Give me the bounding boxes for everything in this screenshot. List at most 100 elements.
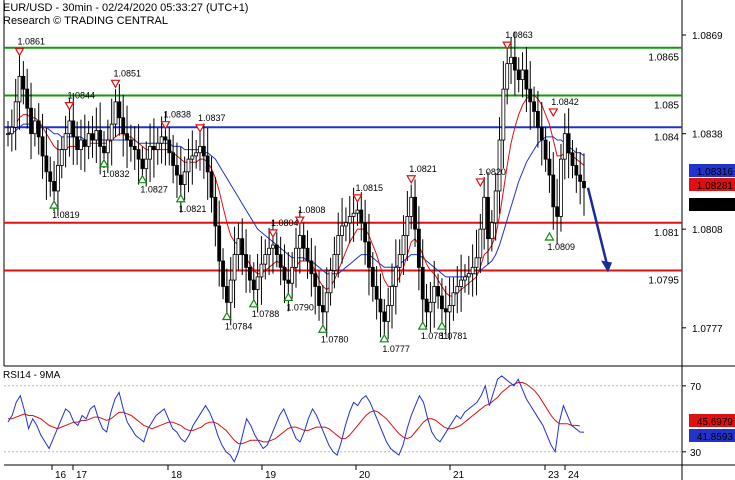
candle-body (209, 171, 214, 198)
price-tick-label: 1.0869 (692, 31, 723, 42)
candle-body (194, 152, 199, 157)
candle-body (40, 136, 45, 157)
candle-body (393, 266, 398, 287)
candle-body (190, 155, 195, 160)
candle-body (90, 133, 95, 141)
candle-body (9, 126, 14, 135)
candle-body (470, 266, 475, 275)
time-tick-label: 23 (548, 470, 560, 480)
candle-body (213, 196, 218, 227)
candle-body (271, 244, 275, 249)
candle-body (121, 117, 126, 135)
pivot-high-label: 1.0844 (67, 91, 95, 101)
candle-body (401, 235, 406, 256)
candle-body (562, 133, 567, 160)
candle-body (79, 139, 83, 150)
candle-body (63, 133, 68, 150)
candle-body (409, 196, 414, 217)
candle-body (570, 152, 575, 166)
rsi-tag-label: 41.8593 (697, 432, 734, 443)
candle-body (451, 292, 456, 306)
candle-body (520, 69, 525, 80)
candle-body (32, 120, 37, 135)
candle-body (301, 235, 306, 249)
candle-body (466, 273, 471, 278)
candle-body (559, 158, 563, 217)
candle-body (443, 308, 448, 313)
candle-body (167, 139, 172, 154)
candle-body (128, 139, 133, 147)
pivot-high-label: 1.0838 (163, 110, 191, 120)
candle-body (474, 257, 479, 268)
candle-body (336, 235, 341, 256)
candle-body (501, 88, 506, 141)
candle-body (98, 130, 103, 147)
price-tick-label: 1.0808 (692, 225, 723, 236)
candle-body (555, 206, 560, 217)
candle-body (386, 305, 391, 322)
price-tags: 1.08316 1.08281 1.08211 (689, 164, 735, 212)
candle-body (351, 212, 356, 217)
candle-body (67, 120, 72, 135)
rsi-title: RSI14 - 9MA (3, 370, 61, 381)
candle-body (512, 56, 517, 71)
candle-body (248, 266, 252, 281)
candle-body (340, 225, 344, 236)
level-label: 1.081 (654, 228, 679, 239)
candle-body (317, 286, 321, 306)
pivot-high-label: 1.0821 (409, 164, 437, 174)
candle-body (505, 63, 510, 90)
candle-body (524, 69, 529, 90)
rsi-tag-label: 45.6979 (697, 417, 734, 428)
candle-body (536, 110, 540, 128)
candle-body (75, 136, 80, 150)
candle-body (59, 149, 64, 166)
candle-body (328, 270, 333, 294)
candle-body (82, 139, 87, 147)
candle-body (244, 254, 248, 268)
candle-body (486, 196, 490, 240)
candle-body (86, 133, 91, 147)
candle-body (105, 139, 110, 154)
candle-body (136, 149, 141, 160)
candle-body (255, 276, 260, 291)
candle-body (217, 225, 222, 262)
candle-body (232, 254, 237, 281)
candle-body (117, 101, 122, 119)
candle-body (309, 260, 314, 275)
candle-body (224, 286, 229, 303)
pivot-high-label: 1.0842 (551, 97, 579, 107)
pivot-low-label: 1.0827 (140, 185, 168, 195)
time-tick-label: 17 (76, 470, 88, 480)
pivot-low-label: 1.0777 (382, 344, 410, 354)
candle-body (374, 286, 379, 300)
rsi-tick-label: 70 (690, 382, 702, 393)
pivot-high-label: 1.0820 (478, 167, 506, 177)
candle-body (13, 101, 18, 128)
candle-body (182, 171, 187, 185)
candle-body (186, 158, 191, 173)
candle-body (424, 298, 429, 313)
candle-body (305, 247, 310, 262)
candle-body (282, 266, 287, 281)
candle-body (482, 196, 487, 230)
candle-body (390, 286, 394, 306)
chart: EUR/USD - 30min - 02/24/2020 05:33:27 (U… (0, 0, 735, 480)
candle-body (201, 145, 206, 157)
time-tick-label: 21 (453, 470, 465, 480)
candle-body (547, 158, 552, 176)
candle-body (543, 139, 548, 160)
candle-body (236, 238, 241, 256)
candle-body (286, 279, 291, 284)
candle-body (532, 101, 536, 112)
price-tag-label: 1.08316 (697, 167, 734, 178)
candle-body (574, 165, 579, 176)
pivot-high-label: 1.0863 (505, 30, 533, 40)
price-tick-label: 1.0777 (692, 324, 723, 335)
candle-body (171, 152, 176, 166)
candle-body (416, 228, 421, 268)
candle-body (290, 266, 295, 284)
candle-body (163, 136, 168, 141)
candle-body (344, 222, 348, 227)
candle-body (367, 241, 371, 268)
